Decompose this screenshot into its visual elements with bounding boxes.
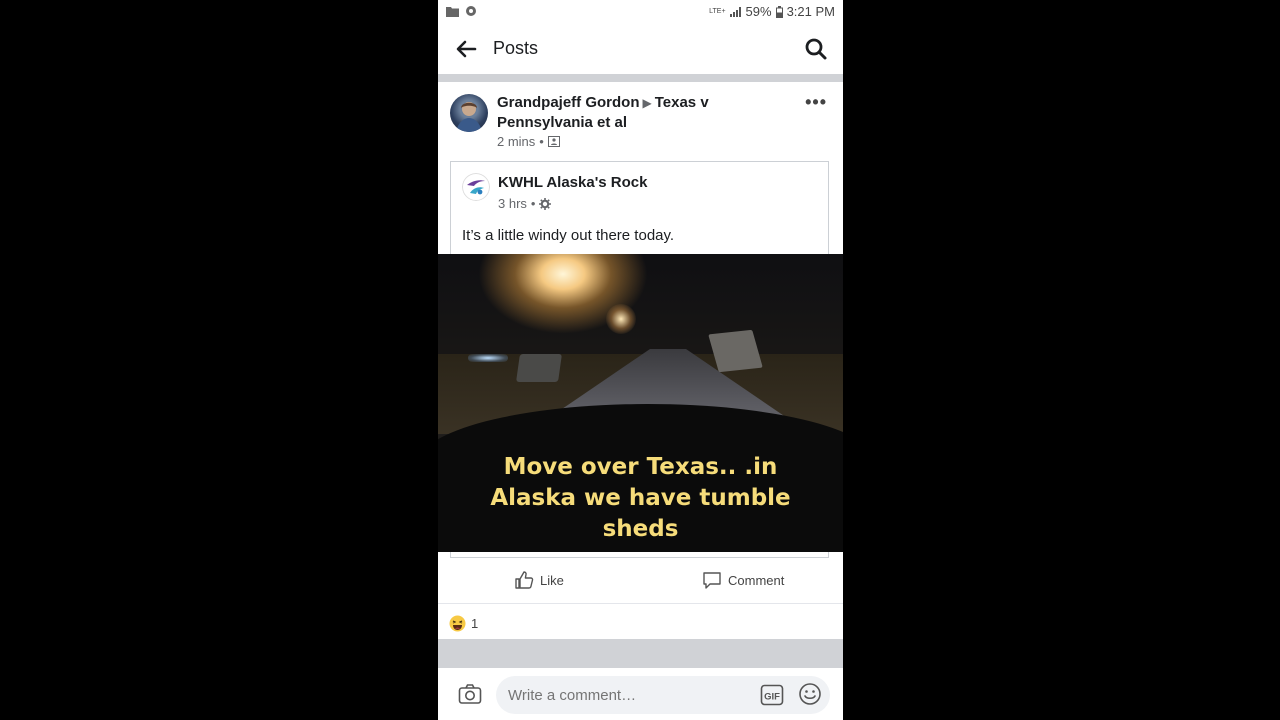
like-button[interactable]: Like bbox=[514, 570, 564, 590]
gif-label: GIF bbox=[764, 692, 780, 703]
thumbs-up-icon bbox=[515, 571, 534, 589]
like-label: Like bbox=[540, 572, 564, 588]
back-arrow-icon[interactable] bbox=[455, 38, 477, 60]
dot-separator: • bbox=[539, 134, 544, 149]
network-type: LTE+ bbox=[709, 8, 726, 15]
avatar-figure-icon bbox=[456, 102, 482, 132]
status-bar: LTE+ 59% 3:21 PM bbox=[438, 0, 843, 24]
top-bar: Posts bbox=[438, 24, 843, 74]
gear-icon bbox=[539, 197, 552, 210]
gif-icon[interactable]: GIF bbox=[760, 683, 784, 707]
comment-label: Comment bbox=[728, 572, 785, 588]
comment-composer: GIF bbox=[438, 668, 843, 720]
battery-percent: 59% bbox=[745, 4, 772, 19]
search-icon[interactable] bbox=[804, 37, 828, 61]
caption-line-1: Move over Texas.. .in bbox=[503, 454, 778, 480]
more-options-icon[interactable]: ••• bbox=[805, 92, 827, 113]
folder-icon bbox=[446, 6, 459, 17]
distant-headlights bbox=[468, 354, 508, 362]
reaction-count: 1 bbox=[471, 616, 479, 631]
comment-button[interactable]: Comment bbox=[702, 570, 784, 590]
status-icons-left bbox=[446, 5, 477, 17]
clock: 3:21 PM bbox=[786, 4, 835, 19]
street-light-glow-small bbox=[606, 304, 636, 334]
separator bbox=[438, 639, 843, 668]
shared-page-name[interactable]: KWHL Alaska's Rock bbox=[498, 174, 647, 191]
shared-post-meta: 3 hrs • bbox=[498, 196, 552, 211]
caption-line-2: Alaska we have tumble bbox=[490, 485, 791, 511]
post-time[interactable]: 2 mins bbox=[497, 134, 535, 149]
page-logo-icon[interactable] bbox=[462, 173, 490, 201]
video-frame[interactable]: Move over Texas.. .in Alaska we have tum… bbox=[438, 254, 843, 552]
reaction-summary[interactable]: 1 bbox=[449, 615, 478, 632]
camera-icon[interactable] bbox=[458, 683, 482, 705]
tumbling-shed-right bbox=[708, 329, 763, 373]
messenger-icon bbox=[466, 6, 476, 16]
author-name[interactable]: Grandpajeff Gordon bbox=[497, 94, 640, 111]
haha-reaction-icon bbox=[449, 615, 466, 632]
shared-post-text: It’s a little windy out there today. bbox=[462, 227, 675, 244]
group-privacy-icon bbox=[547, 136, 560, 147]
post-action-bar: Like Comment bbox=[438, 558, 843, 604]
signal-icon bbox=[729, 6, 741, 17]
post-meta: 2 mins • bbox=[497, 134, 560, 149]
emoji-icon[interactable] bbox=[798, 682, 822, 706]
caption-line-3: sheds bbox=[602, 516, 679, 542]
dot-separator: • bbox=[530, 196, 536, 211]
post-author-line: Grandpajeff Gordon ▶ Texas v Pennsylvania … bbox=[497, 93, 747, 132]
author-avatar[interactable] bbox=[450, 94, 488, 132]
share-arrow-icon: ▶ bbox=[642, 96, 652, 110]
video-caption: Move over Texas.. .in Alaska we have tum… bbox=[438, 452, 843, 545]
page-title: Posts bbox=[493, 38, 539, 58]
phone-screen: LTE+ 59% 3:21 PM Posts Grandpajeff Gordo… bbox=[438, 0, 843, 720]
tumbling-shed-left bbox=[516, 354, 562, 382]
comment-bubble-icon bbox=[703, 572, 721, 589]
separator bbox=[438, 74, 843, 82]
status-icons-right: LTE+ 59% 3:21 PM bbox=[709, 4, 835, 19]
shared-post-time[interactable]: 3 hrs bbox=[498, 196, 527, 211]
battery-icon bbox=[775, 5, 783, 18]
